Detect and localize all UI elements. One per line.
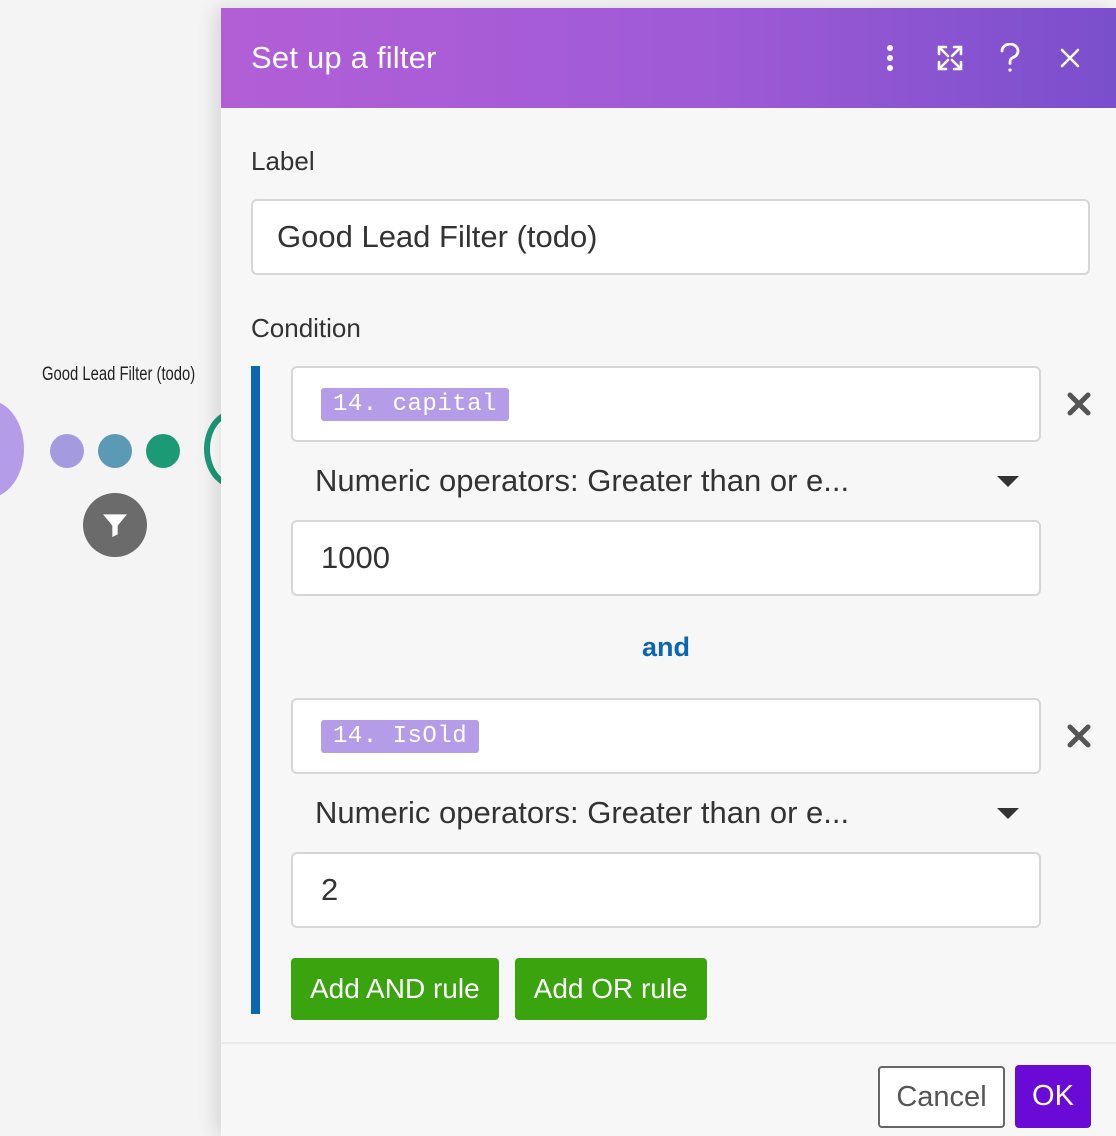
previous-module[interactable] [0, 400, 24, 498]
more-vertical-icon[interactable] [860, 28, 920, 88]
chevron-down-icon [997, 808, 1019, 819]
route-filter-label[interactable]: Good Lead Filter (todo) [42, 364, 195, 386]
condition-group-bar [251, 366, 260, 1014]
cancel-button[interactable]: Cancel [878, 1066, 1005, 1128]
route-dot [50, 434, 84, 468]
condition-group: 14. capital Numeric operators: Greater t… [251, 366, 1091, 1020]
dialog-body: Label Good Lead Filter (todo) Condition … [221, 146, 1116, 1020]
dialog-header: Set up a filter [221, 8, 1116, 108]
condition-rule: 14. IsOld Numeric operators: Greater tha… [291, 698, 1091, 928]
rule-operand-input[interactable]: 14. IsOld [291, 698, 1041, 774]
filter-icon[interactable] [83, 493, 147, 557]
variable-pill[interactable]: 14. IsOld [321, 719, 480, 753]
dialog-footer: Cancel OK [221, 1042, 1116, 1136]
add-or-rule-button[interactable]: Add OR rule [514, 958, 707, 1020]
label-field-label: Label [251, 146, 315, 176]
header-actions [860, 8, 1116, 108]
chevron-down-icon [997, 476, 1019, 487]
remove-rule-icon[interactable] [1061, 386, 1097, 422]
condition-label: Condition [251, 313, 361, 343]
dialog-title: Set up a filter [251, 40, 437, 75]
close-icon[interactable] [1040, 28, 1100, 88]
condition-rule: 14. capital Numeric operators: Greater t… [291, 366, 1091, 596]
add-and-rule-button[interactable]: Add AND rule [291, 958, 499, 1020]
rule-operator-select[interactable]: Numeric operators: Greater than or e... [291, 774, 1041, 852]
expand-icon[interactable] [920, 28, 980, 88]
rule-operator-value: Numeric operators: Greater than or e... [315, 463, 850, 498]
rule-operator-select[interactable]: Numeric operators: Greater than or e... [291, 442, 1041, 520]
help-icon[interactable] [980, 28, 1040, 88]
rule-value-input[interactable]: 2 [291, 852, 1041, 928]
rule-operator-value: Numeric operators: Greater than or e... [315, 795, 850, 830]
label-input[interactable]: Good Lead Filter (todo) [251, 199, 1090, 275]
rule-value-input[interactable]: 1000 [291, 520, 1041, 596]
rule-operand-input[interactable]: 14. capital [291, 366, 1041, 442]
and-joiner: and [641, 631, 690, 662]
rule-buttons: Add AND rule Add OR rule [291, 958, 1090, 1020]
remove-rule-icon[interactable] [1061, 718, 1097, 754]
route-dot [98, 434, 132, 468]
filter-dialog: Set up a filter Label Good Lead Filter (… [221, 8, 1116, 1136]
variable-pill[interactable]: 14. capital [321, 387, 509, 421]
scenario-canvas[interactable]: Good Lead Filter (todo) [0, 0, 264, 1136]
ok-button[interactable]: OK [1015, 1065, 1091, 1128]
route-dot [146, 434, 180, 468]
